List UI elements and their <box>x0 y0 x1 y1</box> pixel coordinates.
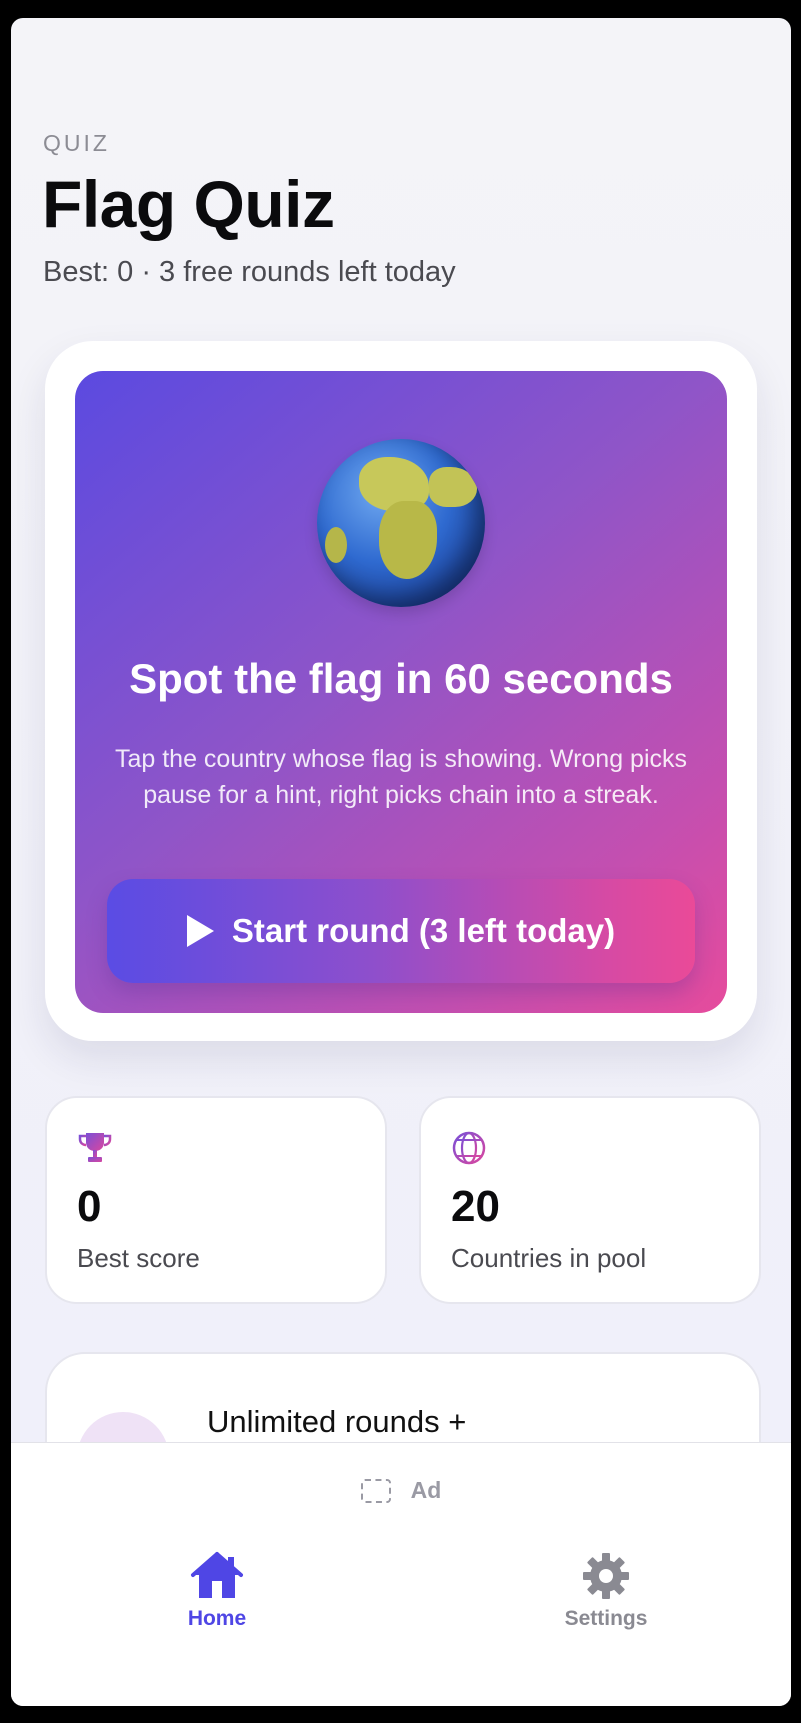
hero-headline: Spot the flag in 60 seconds <box>129 655 673 702</box>
globe-icon <box>317 439 485 607</box>
countries-pool-value: 20 <box>451 1182 500 1231</box>
tab-settings-label: Settings <box>564 1607 648 1630</box>
play-icon <box>186 915 214 947</box>
start-round-button[interactable]: Start round (3 left today) <box>107 879 695 983</box>
bottom-bar: Ad Home Settings <box>11 1442 791 1706</box>
tab-home[interactable]: Home <box>137 1551 297 1631</box>
start-round-label: Start round (3 left today) <box>231 912 616 949</box>
countries-pool-card: 20 Countries in pool <box>419 1096 761 1304</box>
best-score-label: Best score <box>77 1243 200 1273</box>
best-score-card: 0 Best score <box>45 1096 387 1304</box>
trophy-icon <box>78 1133 112 1162</box>
hero-card: Spot the flag in 60 seconds Tap the coun… <box>45 341 757 1041</box>
best-score-value: 0 <box>77 1182 102 1231</box>
page-subtitle: Best: 0 · 3 free rounds left today <box>43 256 456 288</box>
ad-placeholder-icon <box>360 1478 391 1503</box>
page-title: Flag Quiz <box>42 167 335 241</box>
hero-gradient-panel: Spot the flag in 60 seconds Tap the coun… <box>75 371 727 1013</box>
gear-icon <box>583 1553 629 1599</box>
countries-pool-label: Countries in pool <box>451 1243 647 1273</box>
ad-banner[interactable]: Ad <box>11 1477 791 1504</box>
ad-label: Ad <box>410 1477 442 1503</box>
app-screen: QUIZ Flag Quiz Best: 0 · 3 free rounds l… <box>11 18 791 1706</box>
section-eyebrow: QUIZ <box>43 130 110 156</box>
tab-settings[interactable]: Settings <box>526 1551 686 1631</box>
home-icon <box>191 1552 243 1598</box>
globe-icon <box>452 1131 486 1165</box>
tab-home-label: Home <box>187 1607 247 1630</box>
hero-description: Tap the country whose flag is showing. W… <box>114 745 688 809</box>
